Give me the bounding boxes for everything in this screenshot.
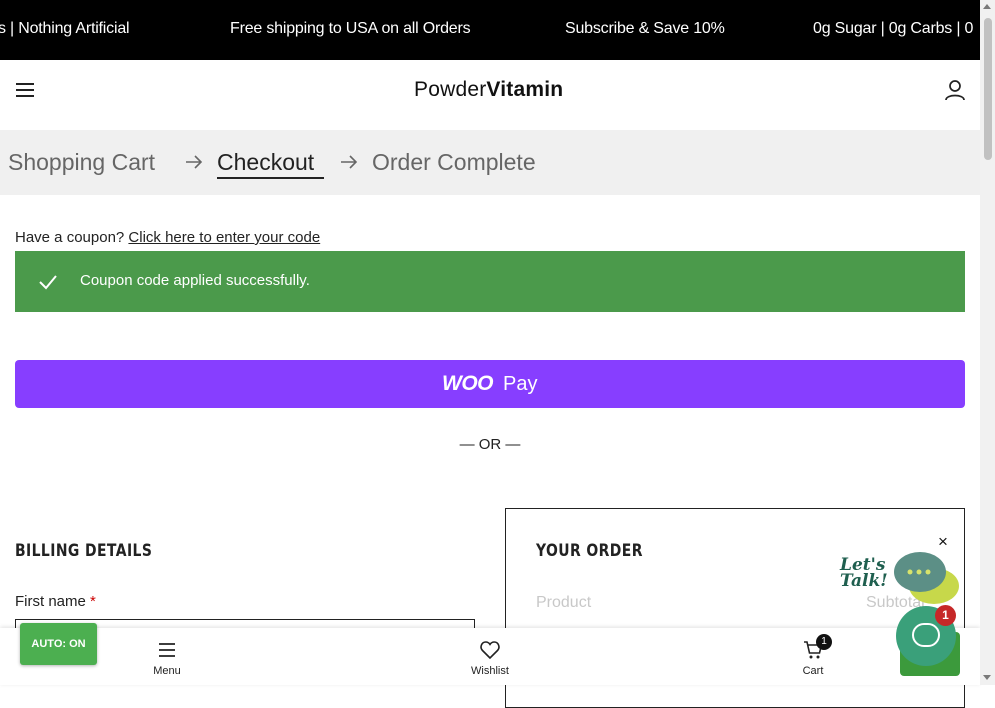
arrow-right-icon <box>341 155 358 169</box>
step-order-complete: Order Complete <box>372 149 536 175</box>
hamburger-icon[interactable] <box>16 83 34 97</box>
arrow-right-icon <box>186 155 203 169</box>
coupon-prompt: Have a coupon? Click here to enter your … <box>15 229 320 246</box>
enter-coupon-link[interactable]: Click here to enter your code <box>128 229 320 246</box>
logo-part-1: Powder <box>414 78 487 101</box>
announcement-bar: s | Nothing Artificial Free shipping to … <box>0 0 980 60</box>
woopay-pay-text: Pay <box>503 373 538 395</box>
notice-message: Coupon code applied successfully. <box>80 272 310 289</box>
woopay-button[interactable]: WOO Pay <box>15 360 965 408</box>
user-icon[interactable] <box>944 79 966 101</box>
scroll-up-arrow-icon[interactable] <box>983 4 991 9</box>
chat-notification-badge: 1 <box>935 605 956 626</box>
billing-details-heading: BILLING DETAILS <box>15 541 153 561</box>
woopay-logo: WOO <box>442 372 494 395</box>
your-order-heading: YOUR ORDER <box>536 541 643 561</box>
first-name-label-text: First name <box>15 593 86 610</box>
close-chat-icon[interactable]: × <box>938 532 948 552</box>
product-column-header: Product <box>536 594 592 611</box>
step-shopping-cart[interactable]: Shopping Cart <box>8 149 155 176</box>
cart-count-badge: 1 <box>816 634 832 650</box>
nav-cart[interactable]: Cart <box>773 628 853 685</box>
active-step-underline <box>217 177 324 179</box>
nav-wishlist[interactable]: Wishlist <box>450 628 530 685</box>
success-notice: Coupon code applied successfully. <box>15 251 965 312</box>
nav-cart-label: Cart <box>802 665 824 677</box>
announcement-item: 0g Sugar | 0g Carbs | 0 <box>813 20 974 37</box>
chat-bubble-icon <box>912 623 940 647</box>
nav-menu[interactable]: Menu <box>127 628 207 685</box>
menu-icon <box>159 643 175 657</box>
required-mark: * <box>90 593 96 610</box>
bottom-navigation: Menu Wishlist Cart <box>0 628 980 685</box>
svg-text:Talk!: Talk! <box>840 571 888 591</box>
scroll-down-arrow-icon[interactable] <box>983 675 991 680</box>
scrollbar-thumb[interactable] <box>984 18 992 160</box>
announcement-item: s | Nothing Artificial <box>0 20 130 37</box>
site-logo[interactable]: PowderVitamin <box>414 78 563 102</box>
checkmark-icon <box>39 275 57 290</box>
lets-talk-icon[interactable]: Let's Talk! <box>838 548 963 608</box>
announcement-item: Free shipping to USA on all Orders <box>230 20 471 37</box>
or-separator: — OR — <box>459 436 521 453</box>
heart-icon <box>480 641 500 660</box>
nav-wishlist-label: Wishlist <box>471 665 509 677</box>
first-name-label: First name * <box>15 593 96 610</box>
coupon-prompt-text: Have a coupon? <box>15 229 125 246</box>
step-checkout[interactable]: Checkout <box>217 149 314 176</box>
auto-toggle-button[interactable]: AUTO: ON <box>20 623 97 665</box>
logo-part-2: Vitamin <box>486 78 564 101</box>
nav-menu-label: Menu <box>153 665 181 677</box>
announcement-item: Subscribe & Save 10% <box>565 20 725 37</box>
